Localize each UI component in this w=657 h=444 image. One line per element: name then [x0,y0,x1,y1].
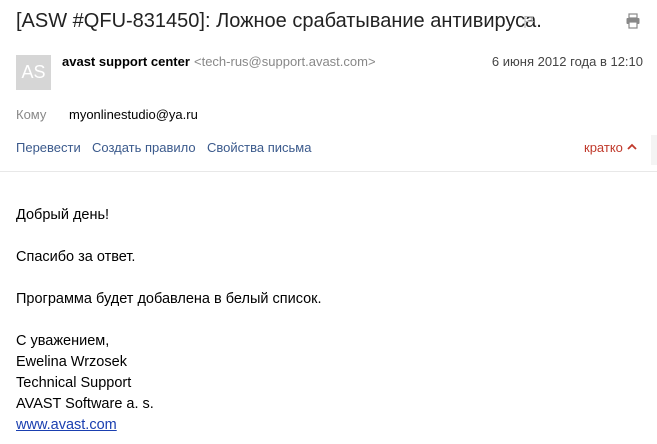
signature-closing: С уважением, [16,333,110,349]
translate-link[interactable]: Перевести [16,140,81,155]
signature-name: Ewelina Wrzosek [16,354,127,370]
signature-role: Technical Support [16,375,132,391]
message-line: Спасибо за ответ. [16,249,136,265]
message-line: Программа будет добавлена в белый список… [16,291,322,307]
flag-icon[interactable] [523,15,535,29]
message-properties-link[interactable]: Свойства письма [207,140,311,155]
brief-toggle[interactable]: кратко [584,140,623,155]
signature-company: AVAST Software a. s. [16,396,154,412]
chevron-up-icon[interactable] [626,141,638,153]
message-date: 6 июня 2012 года в 12:10 [491,54,643,69]
recipient-address[interactable]: myonlinestudio@ya.ru [69,107,198,122]
printer-icon[interactable] [625,13,641,29]
header-divider [0,171,657,172]
create-rule-link[interactable]: Создать правило [92,140,196,155]
message-greeting: Добрый день! [16,207,110,223]
avatar: AS [16,55,51,90]
scroll-edge [651,135,657,165]
message-subject: [ASW #QFU-831450]: Ложное срабатывание а… [16,10,542,32]
sender-email: <tech-rus@support.avast.com> [194,54,376,69]
sender-name[interactable]: avast support center [62,54,190,69]
signature-website-link[interactable]: www.avast.com [16,417,117,433]
recipient-label: Кому [16,107,47,122]
